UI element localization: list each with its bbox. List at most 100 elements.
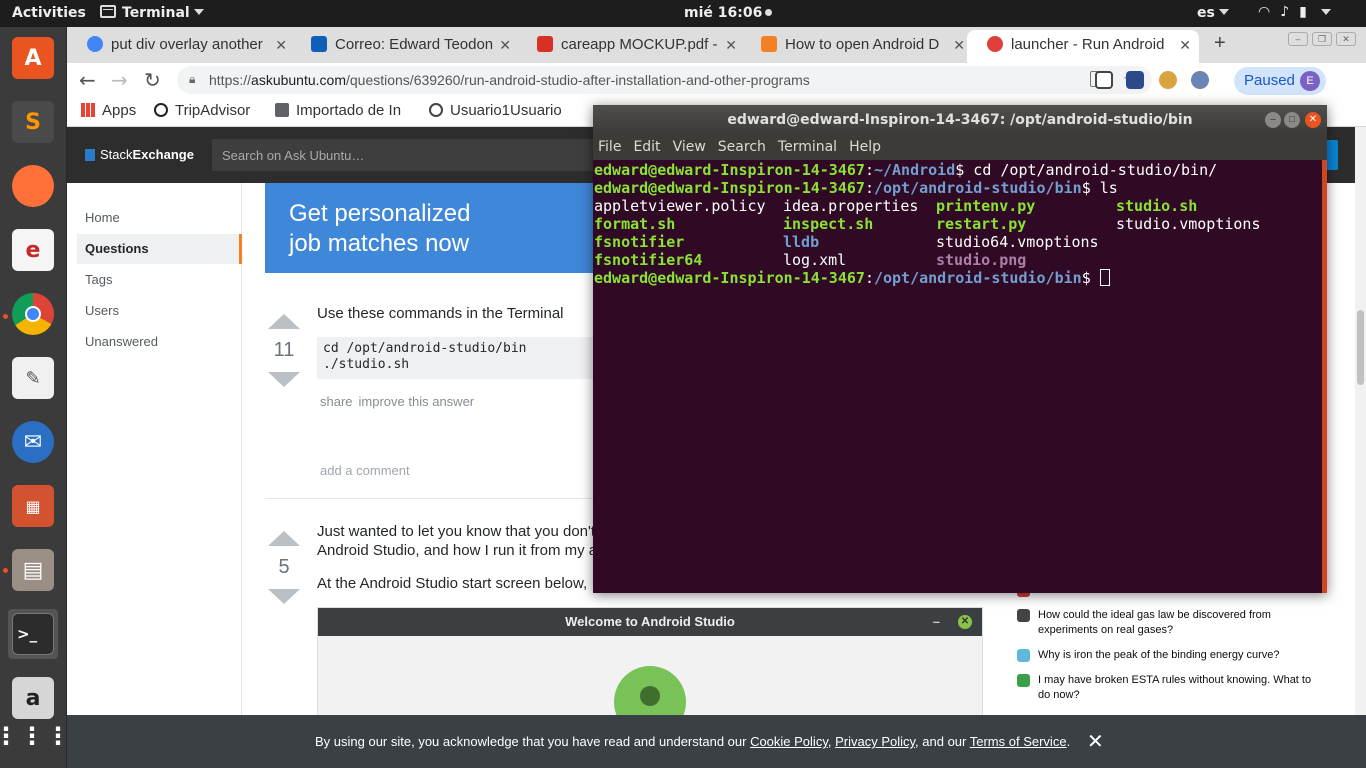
app-menu[interactable]: Terminal <box>100 5 204 21</box>
share-link[interactable]: share <box>320 394 353 409</box>
new-tab-button[interactable]: + <box>1214 32 1226 55</box>
nav-users[interactable]: Users <box>85 296 240 326</box>
bookmark-folder[interactable]: Importado de In <box>275 102 415 119</box>
url-path: /questions/639260/run-android-studio-aft… <box>345 72 810 88</box>
nav-unanswered[interactable]: Unanswered <box>85 327 240 357</box>
bookmark-tripadvisor[interactable]: TripAdvisor <box>154 102 250 119</box>
ls-entry: studio.png <box>936 251 1027 269</box>
close-icon[interactable]: ✕ <box>1179 37 1191 54</box>
close-icon[interactable]: ✕ <box>953 37 965 54</box>
hot-question[interactable]: How could the ideal gas law be discovere… <box>1017 608 1317 638</box>
minimize-icon[interactable]: – <box>1288 32 1308 46</box>
menu-terminal[interactable]: Terminal <box>778 139 837 155</box>
bookmark-label: Importado de In <box>296 102 402 119</box>
minimize-icon[interactable]: – <box>1265 112 1281 128</box>
show-apps-icon[interactable]: ⋮⋮⋮ <box>0 711 70 761</box>
downvote-icon[interactable] <box>268 589 300 604</box>
improve-answer-link[interactable]: improve this answer <box>359 394 475 409</box>
chevron-down-icon <box>1218 9 1229 15</box>
maximize-icon[interactable]: ❐ <box>1312 32 1332 46</box>
stackexchange-logo[interactable]: StackExchange <box>85 147 194 162</box>
sublime-text-icon[interactable]: S <box>8 97 58 147</box>
terminal-icon[interactable]: >_ <box>8 609 58 659</box>
thunderbird-icon[interactable]: ✉ <box>8 417 58 467</box>
activities-button[interactable]: Activities <box>12 5 86 21</box>
terms-link[interactable]: Terms of Service <box>970 734 1067 749</box>
profile-button[interactable]: Paused E <box>1234 67 1326 95</box>
terminal-line: edward@edward-Inspiron-14-3467:~/Android… <box>594 161 1218 179</box>
cookie-policy-link[interactable]: Cookie Policy <box>750 734 828 749</box>
scrollbar-thumb[interactable] <box>1357 310 1364 385</box>
downvote-icon[interactable] <box>268 372 300 387</box>
screenshot-extension-icon[interactable] <box>1095 71 1113 89</box>
ls-entry: log.xml <box>783 251 847 269</box>
bookmark-label: Apps <box>102 102 137 119</box>
hot-question[interactable]: Why is iron the peak of the binding ener… <box>1017 648 1317 663</box>
menu-edit[interactable]: Edit <box>633 139 660 155</box>
chrome-icon[interactable] <box>8 289 58 339</box>
browser-tab-active[interactable]: launcher - Run Android ✕ <box>967 30 1199 63</box>
cookie-text: By using our site, you acknowledge that … <box>315 734 751 749</box>
nav-tags[interactable]: Tags <box>85 265 240 295</box>
browser-tab[interactable]: careapp MOCKUP.pdf - ✕ <box>517 30 745 63</box>
impress-icon[interactable]: ▦ <box>8 481 58 531</box>
android-studio-screenshot: Welcome to Android Studio – ✕ <box>317 607 983 715</box>
terminal-titlebar[interactable]: edward@edward-Inspiron-14-3467: /opt/and… <box>593 105 1327 135</box>
clock[interactable]: mié 16:06 <box>684 5 773 21</box>
close-icon[interactable]: ✕ <box>1087 729 1104 753</box>
upvote-icon[interactable] <box>268 531 300 546</box>
terminal-output[interactable]: edward@edward-Inspiron-14-3467:~/Android… <box>594 161 1322 591</box>
close-icon[interactable]: ✕ <box>1305 112 1321 128</box>
menu-help[interactable]: Help <box>849 139 881 155</box>
askubuntu-icon <box>987 36 1003 52</box>
close-icon[interactable]: ✕ <box>1336 32 1356 46</box>
answer-text-line: Android Studio, and how I run it from my… <box>317 542 598 559</box>
browser-tab[interactable]: put div overlay another ✕ <box>67 30 295 63</box>
back-button[interactable]: ← <box>79 68 96 92</box>
nav-questions[interactable]: Questions <box>77 234 242 264</box>
dock: A S e ✎ ✉ ▦ ▤ >_ a ⋮⋮⋮ <box>0 27 70 768</box>
bookmark-apps[interactable]: Apps <box>81 102 136 119</box>
menu-view[interactable]: View <box>673 139 706 155</box>
menu-search[interactable]: Search <box>718 139 766 155</box>
browser-tab[interactable]: How to open Android D ✕ <box>741 30 973 63</box>
url-scheme: https:// <box>209 72 252 88</box>
hot-question[interactable]: I may have broken ESTA rules without kno… <box>1017 673 1317 703</box>
cookie-extension-icon[interactable] <box>1159 71 1177 89</box>
page-scrollbar[interactable] <box>1355 127 1366 715</box>
terminal-window[interactable]: edward@edward-Inspiron-14-3467: /opt/and… <box>593 105 1327 593</box>
close-icon[interactable]: ✕ <box>725 37 737 54</box>
reader-extension-icon[interactable] <box>1126 71 1144 89</box>
system-tray[interactable]: ◠ ♪ ▮ <box>1258 4 1331 20</box>
language-selector[interactable]: es <box>1197 5 1229 21</box>
files-icon[interactable]: ▤ <box>8 545 58 595</box>
ls-row: appletviewer.policy idea.properties printe… <box>594 197 1322 215</box>
close-icon[interactable]: ✕ <box>499 37 511 54</box>
window-controls: – ❐ ✕ <box>1288 32 1356 46</box>
maximize-icon[interactable]: □ <box>1284 112 1300 128</box>
bookmark-usuario[interactable]: Usuario1Usuario <box>429 102 569 119</box>
site-search-input[interactable]: Search on Ask Ubuntu… <box>212 139 612 171</box>
software-center-icon[interactable]: A <box>8 33 58 83</box>
prompt-user: edward@edward-Inspiron-14-3467 <box>594 161 865 179</box>
close-icon[interactable]: ✕ <box>275 37 287 54</box>
add-comment-link[interactable]: add a comment <box>320 463 410 478</box>
firefox-icon[interactable] <box>8 161 58 211</box>
extension-icon[interactable] <box>1191 71 1209 89</box>
text-editor-icon[interactable]: ✎ <box>8 353 58 403</box>
browser-tab[interactable]: Correo: Edward Teodon ✕ <box>291 30 519 63</box>
address-bar[interactable]: 🔒︎ https://askubuntu.com/questions/63926… <box>177 66 1152 94</box>
tab-strip: put div overlay another ✕ Correo: Edward … <box>67 27 1366 63</box>
document-viewer-icon[interactable]: e <box>8 225 58 275</box>
job-ad-banner[interactable]: Get personalized job matches now <box>265 183 595 273</box>
ls-entry: idea.properties <box>783 197 919 215</box>
reload-button[interactable]: ↻ <box>144 68 161 92</box>
code-line: cd /opt/android-studio/bin <box>323 341 527 356</box>
menu-file[interactable]: File <box>598 139 621 155</box>
battery-icon: ▮ <box>1299 4 1307 20</box>
upvote-icon[interactable] <box>268 314 300 329</box>
forward-button[interactable]: → <box>111 68 128 92</box>
privacy-policy-link[interactable]: Privacy Policy <box>835 734 915 749</box>
nav-home[interactable]: Home <box>85 203 240 233</box>
profile-status: Paused <box>1244 72 1295 89</box>
